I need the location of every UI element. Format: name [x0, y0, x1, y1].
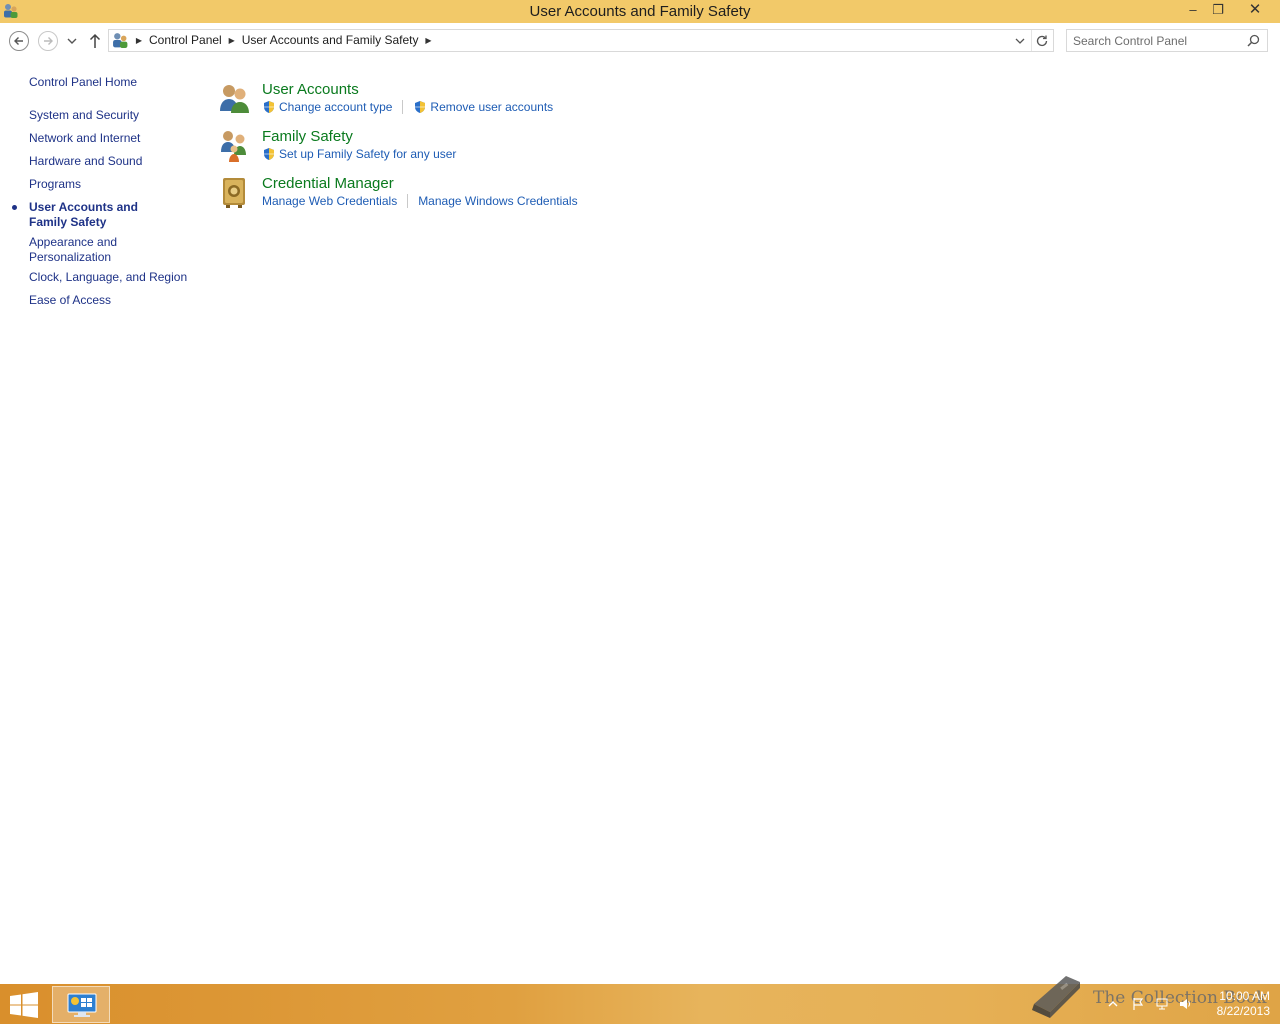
action-center-flag-icon[interactable]: [1131, 997, 1145, 1011]
manage-windows-credentials-link[interactable]: Manage Windows Credentials: [418, 194, 577, 208]
family-safety-title[interactable]: Family Safety: [262, 128, 353, 145]
link-divider: [407, 194, 409, 208]
setup-family-safety-link[interactable]: Set up Family Safety for any user: [262, 147, 456, 161]
active-bullet: [12, 205, 17, 210]
book-icon: [1032, 976, 1080, 1018]
breadcrumb: ▶ Control Panel ▶ User Accounts and Fami…: [135, 33, 438, 47]
control-panel-app-icon: [67, 993, 97, 1017]
back-arrow-icon: [14, 37, 23, 45]
shield-icon: [264, 101, 274, 113]
clock-date: 8/22/2013: [1216, 1004, 1270, 1018]
manage-web-credentials-link[interactable]: Manage Web Credentials: [262, 194, 397, 208]
setup-family-safety-label: Set up Family Safety for any user: [279, 147, 457, 161]
change-account-type-link[interactable]: Change account type: [262, 100, 392, 114]
credential-manager-links: Manage Web Credentials Manage Windows Cr…: [262, 194, 578, 208]
vault-icon[interactable]: [218, 175, 252, 209]
chevron-right-icon[interactable]: ▶: [422, 36, 434, 45]
remove-user-accounts-link[interactable]: Remove user accounts: [413, 100, 553, 114]
forward-arrow-icon: [44, 37, 53, 45]
address-bar[interactable]: ▶ Control Panel ▶ User Accounts and Fami…: [108, 29, 1054, 52]
control-panel-home-link[interactable]: Control Panel Home: [29, 75, 137, 89]
title-bar: User Accounts and Family Safety – ❐ ✕: [0, 0, 1280, 23]
chevron-right-icon[interactable]: ▶: [226, 36, 238, 45]
show-hidden-icons-icon[interactable]: [1106, 997, 1120, 1011]
refresh-icon[interactable]: [1035, 34, 1049, 48]
user-accounts-links: Change account type Remove user accounts: [262, 100, 553, 114]
change-account-type-label: Change account type: [279, 100, 393, 114]
taskbar: The Collection Book 10:00 AM 8/22/2013: [0, 976, 1280, 1024]
restore-button[interactable]: ❐: [1205, 0, 1231, 21]
credential-manager-title[interactable]: Credential Manager: [262, 175, 394, 192]
clock-time: 10:00 AM: [1219, 989, 1270, 1003]
chevron-right-icon[interactable]: ▶: [133, 36, 145, 45]
sidebar-item-clock-language[interactable]: Clock, Language, and Region: [29, 270, 189, 285]
search-icon[interactable]: [1247, 34, 1260, 47]
search-box[interactable]: [1066, 29, 1268, 52]
close-button[interactable]: ✕: [1242, 0, 1268, 21]
remove-user-accounts-label: Remove user accounts: [430, 100, 554, 114]
back-button[interactable]: [9, 31, 29, 51]
forward-button[interactable]: [38, 31, 58, 51]
windows-start-icon[interactable]: [8, 992, 40, 1018]
sidebar-item-user-accounts[interactable]: User Accounts and Family Safety: [29, 200, 179, 230]
shield-icon: [415, 101, 426, 113]
control-panel-icon: [113, 33, 128, 48]
sidebar-item-ease-of-access[interactable]: Ease of Access: [29, 293, 189, 308]
taskbar-control-panel[interactable]: [52, 986, 110, 1023]
user-accounts-title[interactable]: User Accounts: [262, 81, 359, 98]
category-credential-manager: Credential Manager Manage Web Credential…: [218, 174, 818, 218]
navigation-bar: ▶ Control Panel ▶ User Accounts and Fami…: [0, 23, 1280, 59]
link-divider: [402, 100, 404, 114]
category-family-safety: Family Safety Set up Family Safety for a…: [218, 127, 818, 171]
sidebar-item-network-internet[interactable]: Network and Internet: [29, 131, 189, 146]
recent-locations-icon[interactable]: [66, 36, 78, 46]
up-arrow-icon[interactable]: [88, 33, 102, 49]
breadcrumb-user-accounts[interactable]: User Accounts and Family Safety: [242, 33, 419, 47]
network-icon[interactable]: [1155, 997, 1169, 1011]
family-safety-links: Set up Family Safety for any user: [262, 147, 456, 161]
sidebar-item-system-security[interactable]: System and Security: [29, 108, 189, 123]
sidebar-item-appearance[interactable]: Appearance and Personalization: [29, 235, 139, 265]
category-user-accounts: User Accounts Change account type Remove…: [218, 80, 818, 124]
breadcrumb-control-panel[interactable]: Control Panel: [149, 33, 222, 47]
sidebar-item-hardware-sound[interactable]: Hardware and Sound: [29, 154, 189, 169]
shield-icon: [264, 148, 274, 160]
users-icon[interactable]: [218, 81, 252, 115]
address-divider: [1031, 30, 1032, 51]
volume-icon[interactable]: [1178, 997, 1192, 1011]
window-title: User Accounts and Family Safety: [529, 3, 751, 20]
sidebar-item-programs[interactable]: Programs: [29, 177, 189, 192]
family-icon[interactable]: [218, 128, 252, 162]
search-input[interactable]: [1073, 33, 1243, 49]
system-clock[interactable]: 10:00 AM 8/22/2013: [1196, 989, 1270, 1019]
chevron-down-icon[interactable]: [1013, 34, 1027, 48]
minimize-button[interactable]: –: [1180, 0, 1206, 21]
